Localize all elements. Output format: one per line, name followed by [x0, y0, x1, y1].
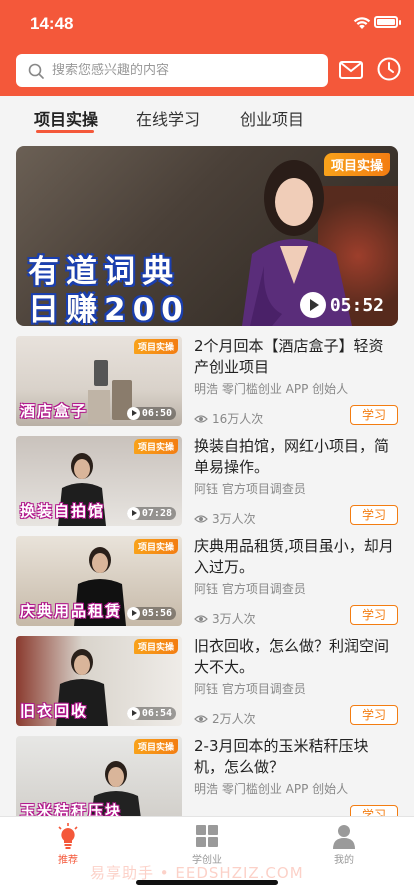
search-box[interactable] — [16, 54, 328, 87]
play-icon — [126, 507, 140, 520]
play-icon — [126, 707, 140, 720]
thumbnail-tag: 项目实操 — [133, 639, 178, 654]
duration-text: 05:56 — [141, 608, 172, 619]
thumbnail-caption: 旧衣回收 — [20, 702, 89, 720]
banner-duration-text: 05:52 — [329, 294, 384, 316]
nav-profile[interactable]: 我的 — [304, 823, 384, 866]
play-icon[interactable] — [299, 292, 326, 318]
item-views: 2万人次 — [194, 710, 256, 727]
list-item[interactable]: 项目实操 庆典用品租赁 05:56 庆典用品租赁,项目虽小，却月入过万。 阿钰 … — [16, 536, 398, 628]
item-title[interactable]: 旧衣回收，怎么做？利润空间大不大。 — [194, 636, 398, 678]
status-time: 14:48 — [30, 14, 74, 33]
thumbnail-caption: 庆典用品租赁 — [20, 602, 123, 620]
battery-tip — [399, 20, 401, 25]
duration-text: 07:28 — [141, 508, 172, 519]
eye-icon — [194, 614, 208, 623]
item-author: 明浩 零门槛创业 APP 创始人 — [194, 782, 349, 796]
video-duration: 05:56 — [126, 607, 176, 620]
video-thumbnail[interactable]: 项目实操 酒店盒子 06:50 — [16, 336, 182, 426]
wifi-icon — [353, 17, 371, 29]
thumbnail-tag: 项目实操 — [133, 339, 178, 354]
views-count: 16万人次 — [212, 412, 264, 426]
learn-button[interactable]: 学习 — [350, 405, 398, 425]
banner-category-tag: 项目实操 — [323, 153, 390, 176]
nav-recommend[interactable]: 推荐 — [28, 823, 108, 866]
duration-text: 06:50 — [141, 408, 172, 419]
video-thumbnail[interactable]: 项目实操 玉米秸秆压块 — [16, 736, 182, 826]
lightbulb-icon — [58, 823, 78, 849]
item-title[interactable]: 庆典用品租赁,项目虽小，却月入过万。 — [194, 536, 398, 578]
list-item[interactable]: 项目实操 旧衣回收 06:54 旧衣回收，怎么做？利润空间大不大。 阿钰 官方项… — [16, 636, 398, 728]
nav-profile-label: 我的 — [334, 855, 354, 866]
video-duration: 06:50 — [126, 407, 176, 420]
search-input[interactable] — [52, 63, 312, 78]
learn-button[interactable]: 学习 — [350, 705, 398, 725]
learn-button[interactable]: 学习 — [350, 605, 398, 625]
item-author: 明浩 零门槛创业 APP 创始人 — [194, 382, 349, 396]
history-clock-icon[interactable] — [376, 56, 402, 82]
thumbnail-tag: 项目实操 — [133, 539, 178, 554]
item-author: 阿钰 官方项目调查员 — [194, 682, 306, 696]
list-item[interactable]: 项目实操 玉米秸秆压块 2-3月回本的玉米秸秆压块机，怎么做？ 明浩 零门槛创业… — [16, 736, 398, 828]
item-author: 阿钰 官方项目调查员 — [194, 582, 306, 596]
thumbnail-caption: 酒店盒子 — [20, 402, 89, 420]
list-item[interactable]: 项目实操 换装自拍馆 07:28 换装自拍馆，网红小项目，简单易操作。 阿钰 官… — [16, 436, 398, 528]
tab-project-practice[interactable]: 项目实操 — [34, 106, 98, 130]
learn-button[interactable]: 学习 — [350, 505, 398, 525]
category-tabs: 项目实操 在线学习 创业项目 — [0, 96, 414, 136]
list-item[interactable]: 项目实操 酒店盒子 06:50 2个月回本【酒店盒子】轻资产创业项目 明浩 零门… — [16, 336, 398, 428]
views-count: 3万人次 — [212, 512, 256, 526]
play-icon — [126, 607, 140, 620]
item-views: 3万人次 — [194, 610, 256, 627]
item-views: 3万人次 — [194, 510, 256, 527]
duration-text: 06:54 — [141, 708, 172, 719]
video-thumbnail[interactable]: 项目实操 庆典用品租赁 05:56 — [16, 536, 182, 626]
grid-icon — [196, 825, 218, 847]
video-duration: 06:54 — [126, 707, 176, 720]
thumbnail-tag: 项目实操 — [133, 439, 178, 454]
eye-icon — [194, 414, 208, 423]
status-bar: 14:48 — [0, 0, 414, 46]
item-author: 阿钰 官方项目调查员 — [194, 482, 306, 496]
item-views: 16万人次 — [194, 410, 263, 427]
video-thumbnail[interactable]: 项目实操 旧衣回收 06:54 — [16, 636, 182, 726]
play-icon — [126, 407, 140, 420]
tab-active-indicator — [36, 130, 94, 133]
views-count: 3万人次 — [212, 612, 256, 626]
tab-online-learning[interactable]: 在线学习 — [136, 106, 200, 130]
thumbnail-tag: 项目实操 — [133, 739, 178, 754]
item-title[interactable]: 2-3月回本的玉米秸秆压块机，怎么做？ — [194, 736, 398, 778]
views-count: 2万人次 — [212, 712, 256, 726]
tab-startup-projects[interactable]: 创业项目 — [240, 106, 304, 130]
header-bar: 14:48 — [0, 0, 414, 96]
user-icon — [333, 825, 355, 849]
thumbnail-caption: 换装自拍馆 — [20, 502, 106, 520]
eye-icon — [194, 514, 208, 523]
mail-icon[interactable] — [338, 58, 364, 82]
search-icon — [28, 63, 44, 79]
featured-banner[interactable]: 项目实操 有道词典 日赚200 05:52 — [16, 146, 398, 326]
home-indicator[interactable] — [136, 880, 278, 885]
video-duration: 07:28 — [126, 507, 176, 520]
video-thumbnail[interactable]: 项目实操 换装自拍馆 07:28 — [16, 436, 182, 526]
item-title[interactable]: 2个月回本【酒店盒子】轻资产创业项目 — [194, 336, 398, 378]
banner-duration: 05:52 — [299, 292, 384, 318]
eye-icon — [194, 714, 208, 723]
item-title[interactable]: 换装自拍馆，网红小项目，简单易操作。 — [194, 436, 398, 478]
nav-recommend-label: 推荐 — [58, 855, 78, 866]
battery-icon — [374, 16, 398, 28]
banner-title-line2: 日赚200 — [28, 292, 190, 326]
nav-learn-startup[interactable]: 学创业 — [167, 823, 247, 866]
